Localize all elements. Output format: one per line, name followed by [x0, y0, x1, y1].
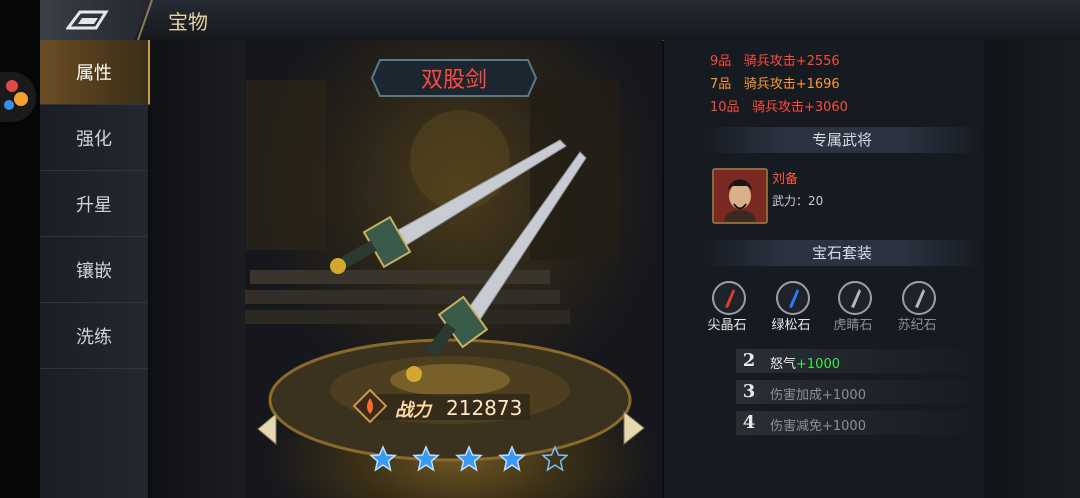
gem-slot-turquoise[interactable]	[776, 281, 810, 315]
tab-label: 洗练	[76, 327, 112, 348]
general-avatar[interactable]	[712, 168, 768, 224]
scene-left-shadow	[150, 40, 245, 498]
empty-star-icon	[541, 445, 568, 472]
general-power-label: 武力：	[772, 194, 809, 208]
turquoise-gem-icon	[789, 289, 799, 308]
attribute-text: 骑兵攻击+2556	[743, 54, 840, 69]
star-icon	[498, 445, 526, 472]
tab-refine[interactable]: 洗练	[40, 304, 148, 369]
star-icon	[369, 445, 397, 472]
tab-attributes[interactable]: 属性	[40, 40, 151, 105]
gem-slot-spinel[interactable]	[712, 281, 746, 315]
star-icon	[455, 445, 483, 472]
attribute-text: 骑兵攻击+1696	[743, 77, 840, 92]
tiger-eye-gem-icon	[851, 289, 861, 308]
tab-label: 属性	[76, 63, 112, 84]
general-power: 武力：20	[772, 192, 823, 209]
tab-inlay[interactable]: 镶嵌	[40, 238, 148, 303]
set-bonus-text: 怒气+1000	[770, 353, 840, 372]
tab-label: 强化	[76, 129, 112, 150]
sugilite-gem-icon	[915, 289, 925, 308]
set-bonus-count: 3	[742, 381, 756, 402]
attribute-line: 9品 骑兵攻击+2556	[710, 50, 840, 69]
attribute-text: 骑兵攻击+3060	[751, 100, 848, 115]
general-power-value: 20	[808, 194, 824, 208]
set-bonus-text: 伤害加成+1000	[770, 388, 866, 403]
spinel-gem-icon	[725, 289, 735, 308]
tab-star-up[interactable]: 升星	[40, 172, 148, 237]
attribute-grade: 10品	[710, 100, 740, 115]
gem-slot-sugilite[interactable]	[902, 281, 936, 315]
gem-slot-tiger-eye[interactable]	[838, 281, 872, 315]
item-name: 双股剑	[420, 68, 487, 93]
tab-label: 升星	[76, 195, 112, 216]
page-title: 宝物	[168, 10, 208, 34]
attribute-line: 10品 骑兵攻击+3060	[710, 96, 848, 115]
star-icon	[412, 445, 440, 472]
screen-right-edge	[984, 40, 1080, 498]
set-bonus-count: 4	[742, 412, 756, 433]
sword-image	[330, 139, 587, 382]
set-bonus-value: +1000	[796, 357, 840, 372]
gem-label: 绿松石	[771, 318, 811, 333]
exclusive-general-header: 专属武将	[700, 127, 984, 153]
star-rating	[369, 445, 568, 472]
gem-set-header: 宝石套装	[700, 240, 984, 266]
gem-label: 苏纪石	[897, 318, 937, 333]
title-separator	[137, 0, 153, 40]
set-bonus-count: 2	[742, 350, 756, 371]
power-label: 战力	[395, 400, 431, 421]
previous-item-arrow-icon[interactable]	[256, 412, 278, 446]
power-value: 212873	[446, 396, 523, 420]
attribute-grade: 9品	[710, 54, 732, 69]
general-portrait	[714, 170, 766, 222]
back-arrow-icon[interactable]	[66, 8, 110, 32]
attribute-grade: 7品	[710, 77, 732, 92]
gem-label: 尖晶石	[707, 318, 747, 333]
next-item-arrow-icon[interactable]	[622, 410, 646, 446]
general-name: 刘备	[772, 172, 799, 187]
attribute-line: 7品 骑兵攻击+1696	[710, 73, 840, 92]
set-bonus-text: 伤害减免+1000	[770, 419, 866, 434]
set-bonus-label: 怒气	[770, 357, 797, 372]
gem-label: 虎睛石	[833, 318, 873, 333]
tab-enhance[interactable]: 强化	[40, 106, 148, 171]
tab-label: 镶嵌	[76, 261, 112, 282]
sidebar: 属性 强化 升星 镶嵌 洗练	[40, 40, 151, 498]
